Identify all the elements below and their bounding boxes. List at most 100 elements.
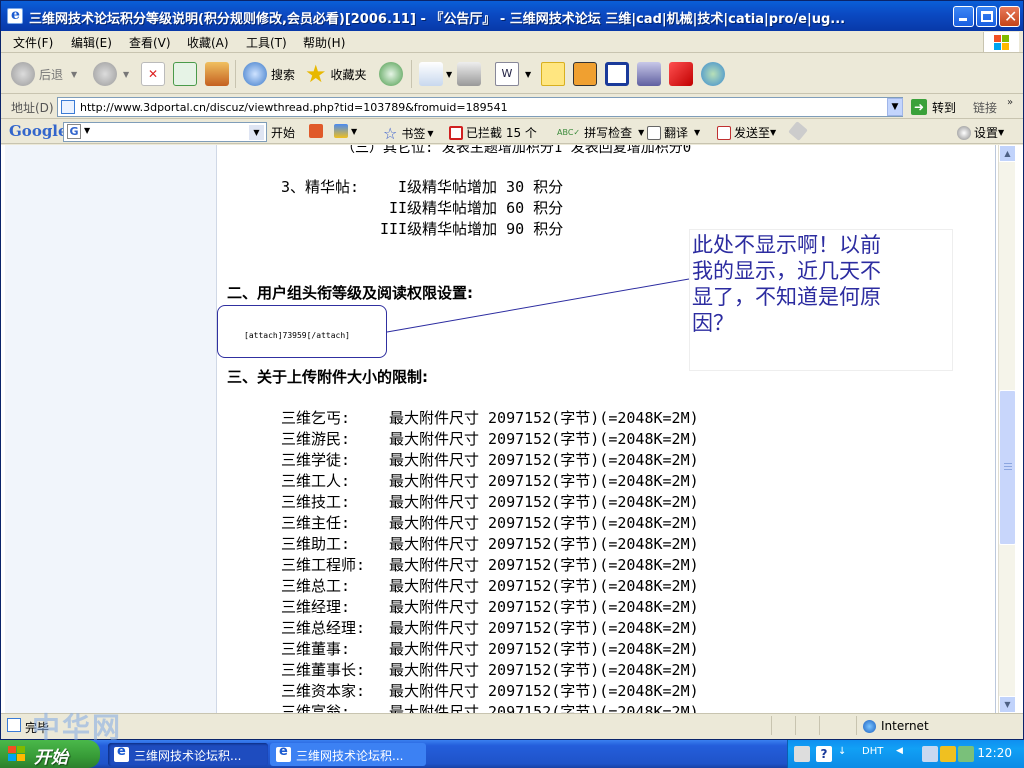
links-button[interactable]: 链接 <box>973 99 997 116</box>
google-settings-button[interactable]: 设置 ▼ <box>957 124 1004 141</box>
google-news-button[interactable] <box>309 124 326 138</box>
mail-dropdown-icon[interactable]: ▼ <box>446 70 452 79</box>
mail-button[interactable]: ▼ <box>419 60 452 88</box>
go-button[interactable]: ➜ 转到 <box>911 97 956 117</box>
vertical-scrollbar[interactable]: ▲ ▼ <box>998 145 1016 713</box>
discuss-button[interactable] <box>541 60 565 88</box>
block-icon <box>449 125 463 140</box>
close-button[interactable]: ✕ <box>999 6 1020 27</box>
scroll-up-icon[interactable]: ▲ <box>999 145 1016 162</box>
favorites-button[interactable]: ★ 收藏夹 <box>305 60 367 88</box>
search-label: 搜索 <box>271 67 296 82</box>
address-url: http://www.3dportal.cn/discuz/viewthread… <box>80 101 508 114</box>
keyboard-icon[interactable] <box>794 746 810 762</box>
network-icon[interactable] <box>958 746 974 762</box>
maximize-button[interactable] <box>976 6 997 27</box>
limit-group-label: 三维技工: <box>281 493 351 511</box>
search-button[interactable]: 搜索 <box>243 60 295 88</box>
bookmarks-label: 书签 <box>401 127 426 141</box>
research-button[interactable] <box>605 60 629 88</box>
menu-help[interactable]: 帮助(H) <box>303 34 345 51</box>
google-search-input[interactable]: G ▼ ▼ <box>63 122 267 142</box>
stop-button[interactable]: ✕ <box>141 60 165 88</box>
status-cell <box>795 716 796 735</box>
home-button[interactable] <box>205 60 229 88</box>
zone-label: Internet <box>881 719 929 733</box>
scroll-thumb[interactable] <box>999 390 1016 545</box>
limit-group-label: 三维总工: <box>281 577 351 595</box>
edit-button[interactable]: W ▼ <box>495 60 531 88</box>
google-history-dropdown-icon[interactable]: ▼ <box>249 125 264 140</box>
settings-dropdown-icon: ▼ <box>998 128 1005 137</box>
bookmark-tool-button[interactable] <box>669 60 693 88</box>
minimize-button[interactable] <box>953 6 974 27</box>
history-button[interactable] <box>379 60 403 88</box>
ime-indicator[interactable]: DHT <box>862 746 883 757</box>
history-icon <box>379 62 403 86</box>
back-button[interactable]: 后退 ▼ <box>11 60 77 88</box>
address-dropdown-icon[interactable]: ▼ <box>887 98 903 116</box>
windows-flag-icon <box>8 746 26 762</box>
address-input[interactable]: http://www.3dportal.cn/discuz/viewthread… <box>57 97 903 117</box>
taskbar-item-browser-1[interactable]: 三维网技术论坛积... <box>108 743 268 766</box>
research-icon <box>605 62 629 86</box>
home-icon <box>205 62 229 86</box>
go-label: 转到 <box>932 100 957 115</box>
edit-dropdown-icon[interactable]: ▼ <box>525 70 531 79</box>
start-button[interactable]: 开始 <box>0 740 100 768</box>
menu-edit[interactable]: 编辑(E) <box>71 34 112 51</box>
address-label: 地址(D) <box>11 101 54 115</box>
translate-label: 翻译 <box>664 126 689 140</box>
menu-tools[interactable]: 工具(T) <box>246 34 287 51</box>
go-arrow-icon: ➜ <box>911 99 927 115</box>
spellcheck-icon: ABC✓ <box>557 128 581 137</box>
forward-dropdown-icon[interactable]: ▼ <box>123 70 129 79</box>
translate-button[interactable]: 翻译 ▼ <box>647 124 700 141</box>
chevron-right-icon[interactable]: » <box>1007 97 1013 108</box>
print-button[interactable] <box>457 60 481 88</box>
menu-bar: 文件(F) 编辑(E) 查看(V) 收藏(A) 工具(T) 帮助(H) <box>1 31 1023 53</box>
status-bar: 完毕 Internet <box>1 713 1023 737</box>
sendto-label: 发送至 <box>734 126 771 140</box>
clock[interactable]: 12:20 <box>977 746 1012 760</box>
refresh-button[interactable] <box>173 60 197 88</box>
google-search-button[interactable]: 开始 <box>271 124 295 141</box>
limit-size-text: 最大附件尺寸 2097152(字节)(=2048K=2M) <box>389 556 699 574</box>
menu-favorites[interactable]: 收藏(A) <box>187 34 229 51</box>
toolbar-separator <box>411 60 412 88</box>
bookmarks-button[interactable]: ☆ 书签 ▼ <box>383 124 434 143</box>
lock-icon[interactable] <box>940 746 956 762</box>
system-tray: ? ↓ DHT ◀ 12:20 <box>787 740 1024 768</box>
google-options-button[interactable]: ▼ <box>334 124 357 138</box>
print-icon <box>457 62 481 86</box>
google-engine-dropdown-icon[interactable]: ▼ <box>84 126 90 135</box>
forward-button[interactable]: ▼ <box>93 60 129 88</box>
help-icon[interactable]: ? <box>816 746 832 762</box>
scroll-down-icon[interactable]: ▼ <box>999 696 1016 713</box>
media-button[interactable] <box>573 60 597 88</box>
menu-file[interactable]: 文件(F) <box>13 34 53 51</box>
messenger-button[interactable] <box>701 60 725 88</box>
popup-blocker-button[interactable]: 已拦截 15 个 <box>449 124 537 141</box>
taskbar-item-browser-2[interactable]: 三维网技术论坛积... <box>270 743 426 766</box>
tray-expand-icon[interactable]: ◀ <box>896 746 906 762</box>
start-label: 开始 <box>34 748 68 768</box>
spellcheck-button[interactable]: ABC✓ 拼写检查 ▼ <box>557 124 644 141</box>
forward-arrow-icon <box>93 62 117 86</box>
limit-size-text: 最大附件尺寸 2097152(字节)(=2048K=2M) <box>389 640 699 658</box>
back-arrow-icon <box>11 62 35 86</box>
back-label: 后退 <box>39 67 64 82</box>
title-bar[interactable]: 三维网技术论坛积分等级说明(积分规则修改,会员必看)[2006.11] - 『公… <box>1 1 1023 31</box>
send-to-button[interactable]: 发送至 ▼ <box>717 124 776 141</box>
ime-arrow-icon[interactable]: ↓ <box>838 746 854 762</box>
note-icon <box>541 62 565 86</box>
printer-icon[interactable] <box>922 746 938 762</box>
limit-group-label: 三维董事: <box>281 640 351 658</box>
back-dropdown-icon[interactable]: ▼ <box>71 70 77 79</box>
favorites-label: 收藏夹 <box>330 67 367 82</box>
globe-icon <box>863 719 876 733</box>
highlight-button[interactable] <box>788 121 808 141</box>
menu-view[interactable]: 查看(V) <box>129 34 171 51</box>
status-cell <box>771 716 772 735</box>
messenger-tool-button[interactable] <box>637 60 661 88</box>
